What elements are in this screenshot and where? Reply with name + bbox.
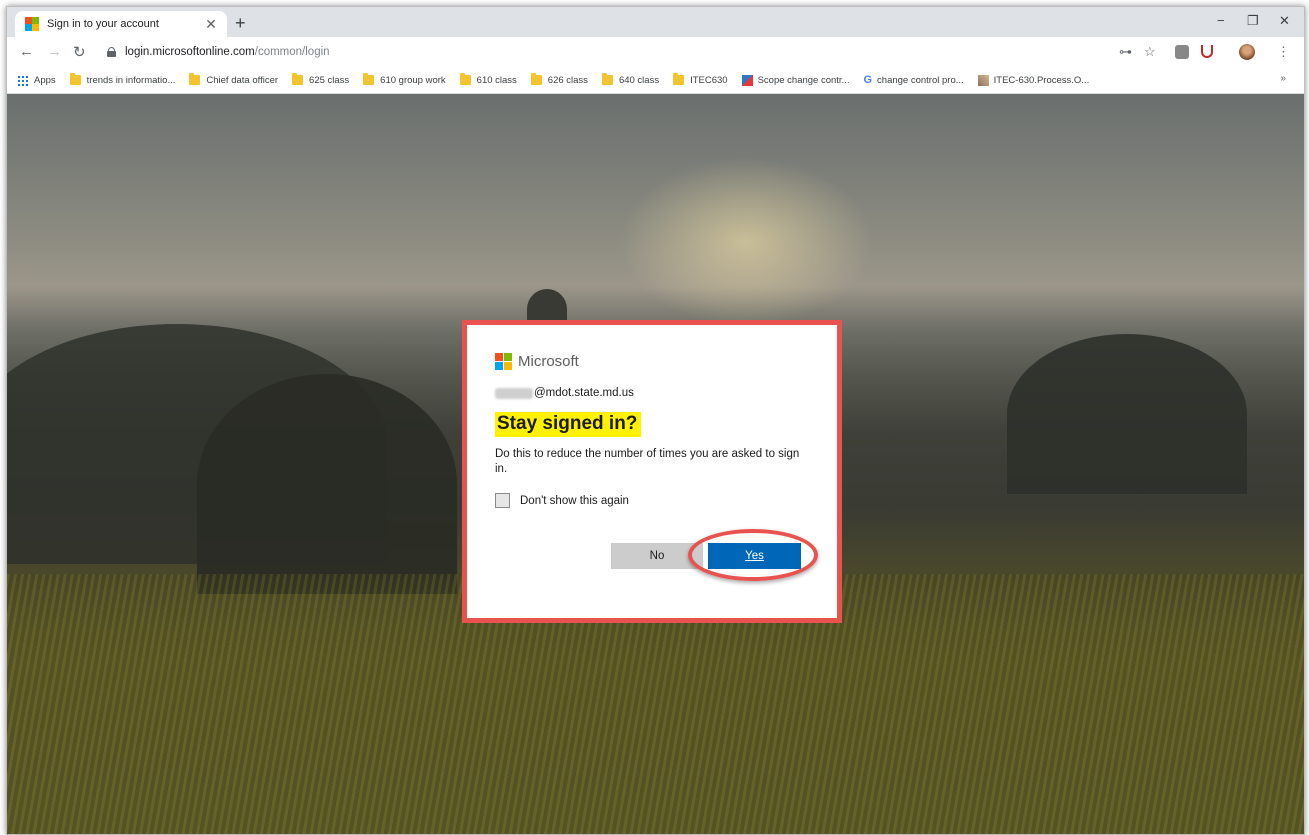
avatar[interactable] bbox=[1239, 44, 1255, 60]
tab-title: Sign in to your account bbox=[47, 18, 159, 30]
account-domain: @mdot.state.md.us bbox=[534, 387, 634, 399]
folder-icon bbox=[189, 73, 201, 85]
bookmark-625-class[interactable]: 625 class bbox=[292, 73, 350, 86]
bookmark-610-group-work[interactable]: 610 group work bbox=[363, 73, 446, 86]
google-icon: G bbox=[863, 74, 873, 86]
dialog-title: Stay signed in? bbox=[495, 412, 642, 437]
bookmark-change-control[interactable]: Gchange control pro... bbox=[863, 74, 963, 86]
folder-icon bbox=[673, 73, 685, 85]
folder-icon bbox=[530, 73, 542, 85]
bookmark-label: ITEC630 bbox=[690, 74, 728, 86]
lock-icon bbox=[107, 47, 116, 57]
dont-show-again-checkbox[interactable] bbox=[495, 493, 510, 508]
folder-icon bbox=[363, 73, 375, 85]
bookmark-label: 610 group work bbox=[380, 74, 446, 86]
url-host: login.microsoftonline.com bbox=[125, 46, 255, 58]
microsoft-favicon-icon bbox=[25, 17, 39, 31]
folder-icon bbox=[459, 73, 471, 85]
bookmark-trends[interactable]: trends in informatio... bbox=[69, 73, 176, 86]
signin-dialog: Microsoft @mdot.state.md.us Stay signed … bbox=[462, 320, 842, 623]
tab-close-icon[interactable]: ✕ bbox=[201, 16, 221, 33]
new-tab-button[interactable]: + bbox=[235, 13, 246, 34]
back-icon[interactable]: ← bbox=[19, 43, 34, 60]
bookmark-626-class[interactable]: 626 class bbox=[530, 73, 588, 86]
account-identifier[interactable]: @mdot.state.md.us bbox=[495, 387, 815, 399]
tab-strip: Sign in to your account ✕ + − ❐ ✕ bbox=[7, 7, 1304, 37]
restore-button[interactable]: ❐ bbox=[1247, 13, 1259, 29]
bookmark-label: ITEC-630.Process.O... bbox=[993, 74, 1090, 86]
brand-name: Microsoft bbox=[518, 353, 579, 370]
minimize-button[interactable]: − bbox=[1217, 13, 1225, 28]
bookmark-label: trends in informatio... bbox=[86, 74, 176, 86]
background-hill bbox=[197, 374, 457, 594]
shield-extension-icon[interactable] bbox=[1201, 45, 1213, 58]
bookmark-label: Chief data officer bbox=[206, 74, 279, 86]
bookmark-itec630[interactable]: ITEC630 bbox=[673, 73, 728, 86]
bookmark-label: Apps bbox=[34, 74, 56, 86]
stay-signed-in-dialog: Microsoft @mdot.state.md.us Stay signed … bbox=[495, 353, 815, 508]
bookmark-label: Scope change contr... bbox=[757, 74, 850, 86]
bookmark-640-class[interactable]: 640 class bbox=[601, 73, 660, 86]
bookmark-label: 625 class bbox=[309, 74, 350, 86]
site-icon bbox=[741, 74, 753, 86]
folder-icon bbox=[601, 73, 613, 85]
menu-icon[interactable]: ⋮ bbox=[1277, 44, 1290, 60]
microsoft-logo: Microsoft bbox=[495, 353, 815, 370]
password-key-icon[interactable]: ⊶ bbox=[1119, 44, 1132, 60]
yes-button[interactable]: Yes bbox=[708, 543, 801, 569]
background-hill bbox=[1007, 334, 1247, 494]
address-bar[interactable]: login.microsoftonline.com/common/login bbox=[105, 41, 1105, 63]
extension-icon[interactable] bbox=[1175, 45, 1189, 59]
browser-toolbar: ← → ↻ login.microsoftonline.com/common/l… bbox=[7, 37, 1304, 67]
bookmark-label: 610 class bbox=[476, 74, 517, 86]
bookmarks-bar: Apps trends in informatio... Chief data … bbox=[7, 67, 1304, 94]
bookmark-label: 626 class bbox=[547, 74, 588, 86]
tab-sign-in[interactable]: Sign in to your account ✕ bbox=[15, 11, 227, 37]
reload-icon[interactable]: ↻ bbox=[73, 43, 86, 61]
dialog-description: Do this to reduce the number of times yo… bbox=[495, 448, 800, 475]
window-close-button[interactable]: ✕ bbox=[1279, 13, 1290, 29]
dont-show-again-row[interactable]: Don't show this again bbox=[495, 493, 815, 508]
bookmarks-overflow-icon[interactable]: » bbox=[1280, 73, 1286, 84]
folder-icon bbox=[292, 73, 304, 85]
bookmark-star-icon[interactable]: ☆ bbox=[1144, 44, 1156, 60]
bookmark-label: change control pro... bbox=[877, 74, 964, 86]
bookmark-610-class[interactable]: 610 class bbox=[459, 73, 517, 86]
microsoft-logo-icon bbox=[495, 353, 512, 370]
bookmark-apps[interactable]: Apps bbox=[17, 74, 56, 86]
url-text: login.microsoftonline.com/common/login bbox=[125, 46, 330, 58]
redacted-username bbox=[495, 387, 533, 399]
apps-icon bbox=[17, 74, 28, 86]
forward-icon[interactable]: → bbox=[47, 43, 62, 60]
no-button[interactable]: No bbox=[611, 543, 703, 569]
browser-window: Sign in to your account ✕ + − ❐ ✕ ← → ↻ … bbox=[6, 6, 1305, 835]
bookmark-itec-630-process[interactable]: ITEC-630.Process.O... bbox=[977, 74, 1090, 86]
login-page-background: Microsoft @mdot.state.md.us Stay signed … bbox=[7, 94, 1304, 834]
checkbox-label: Don't show this again bbox=[520, 494, 629, 507]
site-icon bbox=[977, 74, 989, 86]
bookmark-scope-change[interactable]: Scope change contr... bbox=[741, 74, 850, 86]
bookmark-label: 640 class bbox=[618, 74, 660, 86]
folder-icon bbox=[69, 73, 81, 85]
bookmark-chief-data-officer[interactable]: Chief data officer bbox=[189, 73, 279, 86]
url-path: /common/login bbox=[254, 46, 330, 58]
